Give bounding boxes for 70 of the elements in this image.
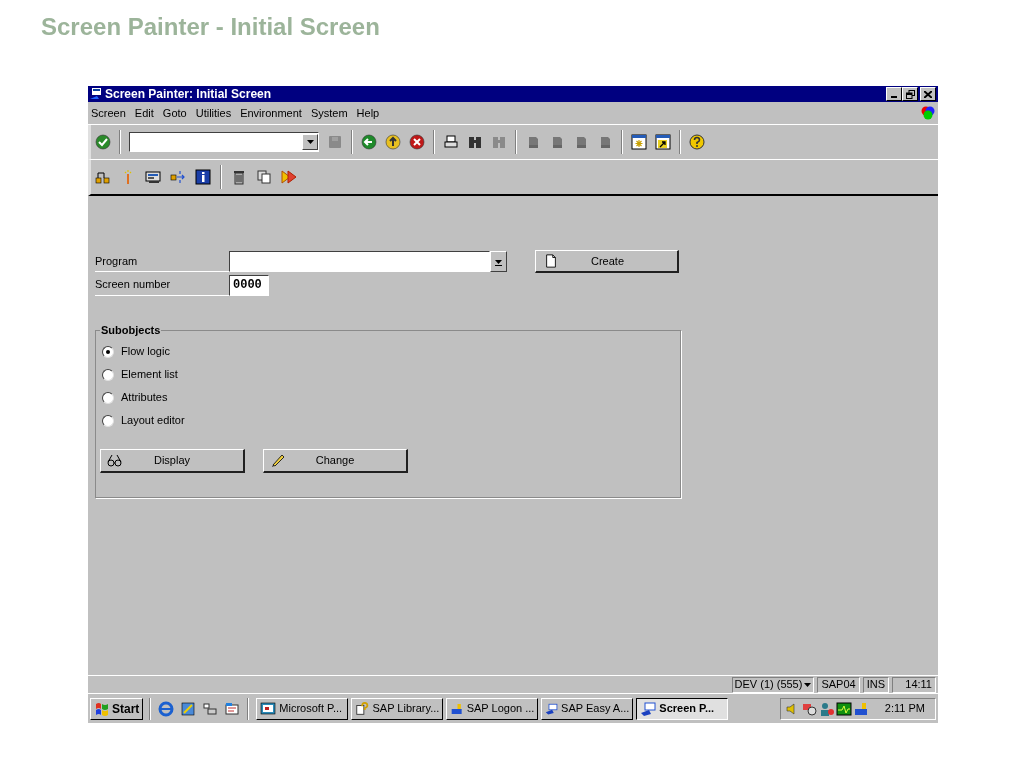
taskbar-button[interactable]: SAP Easy A... [541, 697, 634, 720]
menu-item[interactable]: Help [356, 104, 380, 122]
cancel-icon[interactable] [409, 134, 425, 150]
taskbar-button[interactable]: SAP Library... [351, 697, 444, 720]
glasses-icon [107, 452, 123, 468]
slide-title: Screen Painter - Initial Screen [41, 12, 380, 42]
change-button[interactable]: Change [263, 448, 408, 473]
menu-item[interactable]: System [310, 104, 348, 122]
program-field[interactable] [229, 251, 490, 272]
menu-item[interactable]: Utilities [195, 104, 232, 122]
window-icon [90, 88, 102, 100]
trash-icon[interactable] [231, 169, 247, 185]
dropdown-button[interactable] [302, 134, 318, 150]
caret-icon [804, 682, 812, 687]
help-icon[interactable] [689, 134, 705, 150]
insert-mode-status: INS [862, 676, 889, 693]
hierarchy-icon[interactable] [95, 169, 111, 185]
option-label: Flow logic [121, 344, 170, 360]
menu-item[interactable]: Environment [240, 104, 302, 122]
copy-icon[interactable] [256, 169, 272, 185]
new-session-icon[interactable] [631, 134, 647, 150]
taskbar-button[interactable]: SAP Logon ... [446, 697, 539, 720]
radio-button[interactable] [102, 414, 114, 427]
pencil-icon [270, 452, 286, 468]
radio-button[interactable] [102, 391, 114, 404]
menu-item[interactable]: Edit [134, 104, 154, 122]
restore-button[interactable] [902, 87, 918, 101]
color-wheel-icon[interactable] [921, 106, 935, 120]
flow-arrows-icon[interactable] [170, 169, 186, 185]
display-button[interactable]: Display [100, 448, 245, 473]
option-label: Layout editor [121, 413, 185, 429]
help-app-icon [355, 700, 370, 717]
option-label: Attributes [121, 390, 168, 406]
group-title: Subobjects [100, 323, 162, 338]
presentation-app-icon [260, 700, 277, 717]
window-title: Screen Painter: Initial Screen [105, 88, 272, 100]
taskbar-button[interactable]: Microsoft P... [256, 697, 349, 720]
radio-button[interactable] [102, 345, 114, 358]
monitor-icon[interactable] [835, 700, 852, 717]
close-icon [924, 90, 932, 98]
taskbar-button[interactable]: Screen P... [636, 697, 729, 720]
caret-icon [306, 140, 314, 144]
menu-item[interactable]: Screen [91, 104, 126, 122]
minimize-button[interactable] [886, 87, 902, 101]
minimize-icon [891, 96, 897, 98]
browser-icon[interactable] [158, 700, 175, 717]
create-button[interactable]: Create [535, 250, 679, 273]
new-document-icon [544, 253, 558, 269]
windows-logo-icon [94, 700, 110, 717]
exit-icon[interactable] [385, 134, 401, 150]
shortcut-icon[interactable] [655, 134, 671, 150]
screen-number-field[interactable]: 0000 [229, 274, 269, 296]
option-label: Element list [121, 367, 178, 383]
back-icon[interactable] [361, 134, 377, 150]
taskbar-clock: 2:11 PM [884, 701, 925, 717]
checkmark-icon[interactable] [95, 134, 111, 150]
print-icon[interactable] [443, 134, 459, 150]
close-button[interactable] [920, 87, 936, 101]
radio-button[interactable] [102, 368, 114, 381]
command-field[interactable] [129, 132, 319, 152]
server-status: SAP04 [817, 676, 860, 693]
download-arrow-icon [495, 257, 502, 266]
system-status[interactable]: DEV (1) (555) [731, 676, 815, 693]
restore-icon [905, 89, 915, 99]
time-status: 14:11 [892, 676, 936, 693]
menu-item[interactable]: Goto [162, 104, 187, 122]
info-icon[interactable] [195, 169, 211, 185]
dropdown-button[interactable] [490, 251, 507, 272]
screen-layout-icon[interactable] [145, 169, 161, 185]
start-button[interactable]: Start [90, 697, 144, 720]
